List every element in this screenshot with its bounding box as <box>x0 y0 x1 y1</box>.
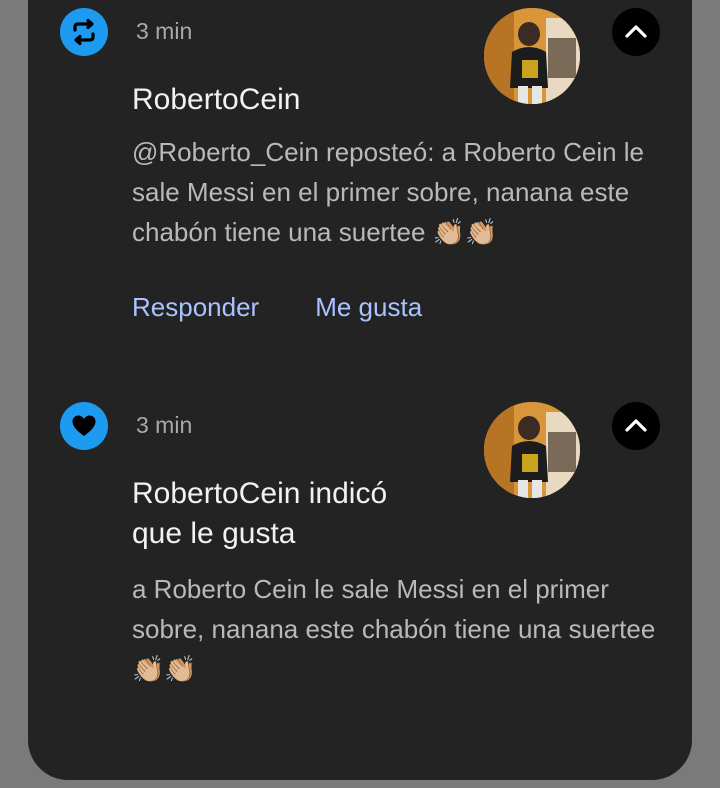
notification-time: 3 min <box>136 412 193 438</box>
heart-icon <box>60 402 108 450</box>
reply-button[interactable]: Responder <box>132 292 259 323</box>
notification-time: 3 min <box>136 18 193 44</box>
notification-panel: 3 min RobertoCein @Roberto_Cein reposteó… <box>28 0 692 780</box>
notification-title: RobertoCein indicó que le gusta <box>132 477 388 550</box>
notification-body: a Roberto Cein le sale Messi en el prime… <box>132 574 656 684</box>
repost-icon <box>60 8 108 56</box>
chevron-up-icon <box>625 25 647 38</box>
chevron-up-icon <box>625 419 647 432</box>
avatar <box>484 402 580 498</box>
avatar <box>484 8 580 104</box>
notification-actions: Responder Me gusta <box>132 292 422 323</box>
notification-body: @Roberto_Cein reposteó: a Roberto Cein l… <box>132 137 645 247</box>
collapse-button[interactable] <box>612 402 660 450</box>
like-button[interactable]: Me gusta <box>315 292 422 323</box>
notification-title: RobertoCein <box>132 83 301 116</box>
collapse-button[interactable] <box>612 8 660 56</box>
